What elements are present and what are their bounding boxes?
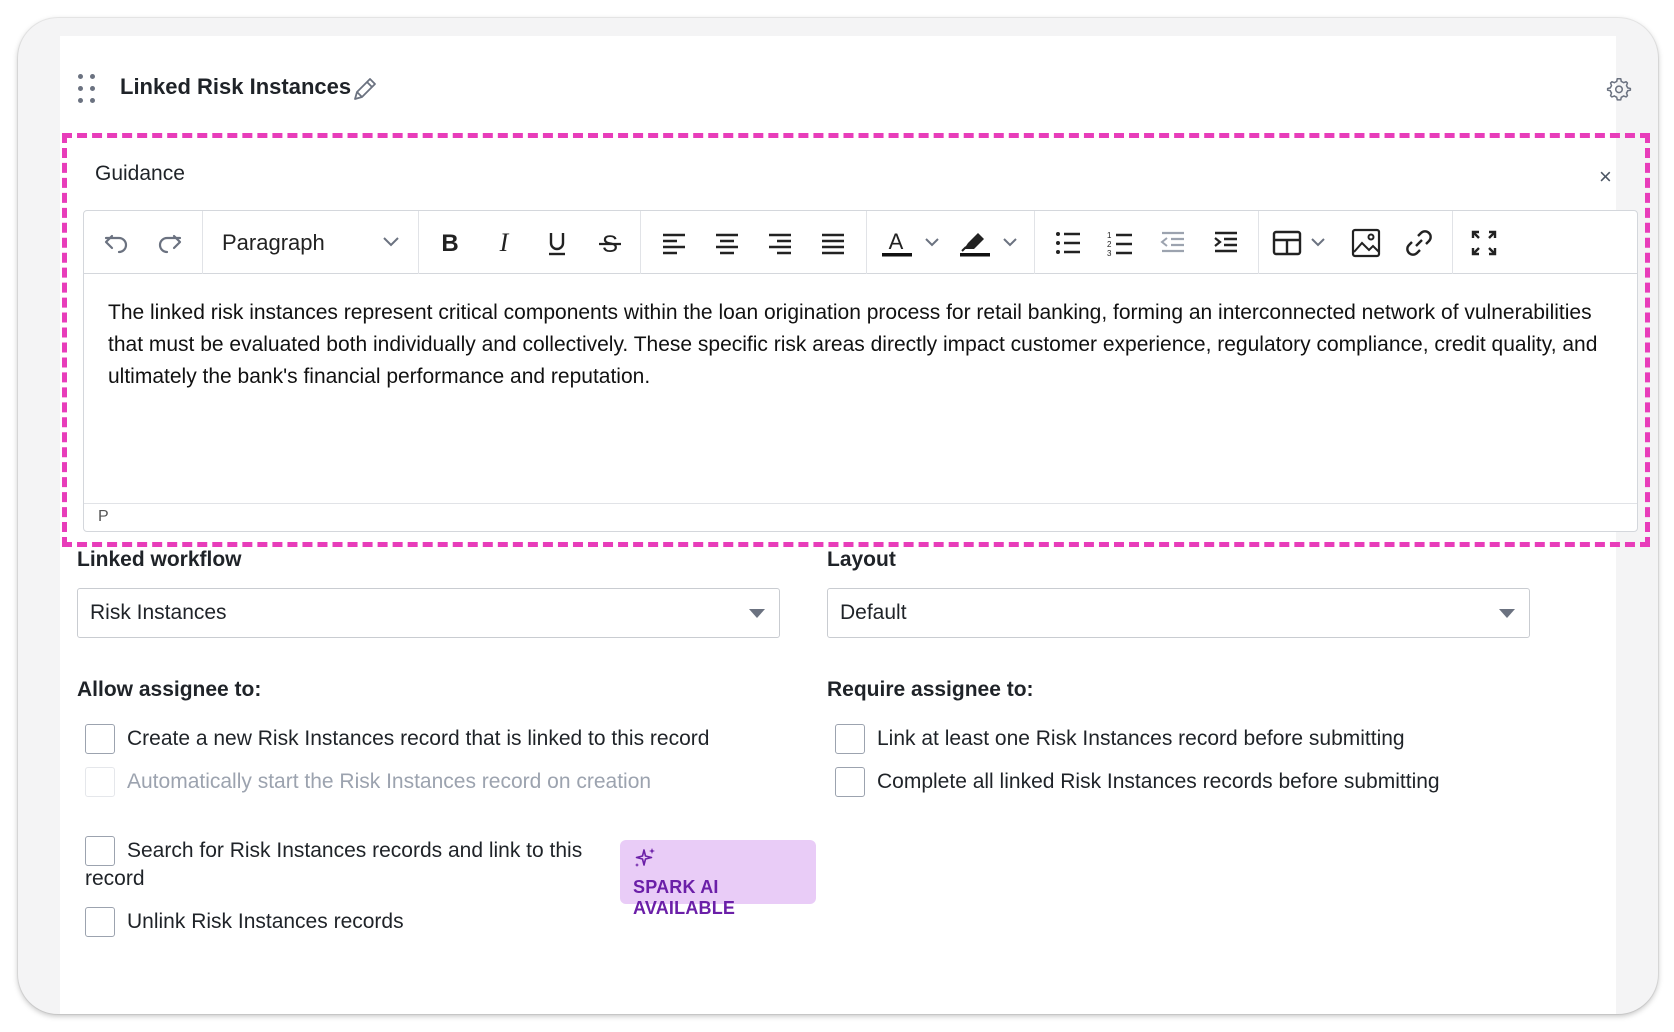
card: Linked Risk Instances Guidance × Paragra…: [18, 18, 1658, 1014]
bold-icon[interactable]: B: [432, 225, 468, 261]
checkbox-create-record[interactable]: [85, 724, 115, 754]
complete-all-linked-label: Complete all linked Risk Instances recor…: [877, 770, 1440, 793]
unlink-records-label: Unlink Risk Instances records: [127, 910, 404, 933]
underline-icon[interactable]: [539, 225, 575, 261]
caret-down-icon: [1499, 609, 1515, 618]
spark-ai-badge[interactable]: SPARK AI AVAILABLE: [620, 840, 816, 918]
table-icon[interactable]: [1272, 225, 1334, 261]
layout-value: Default: [840, 601, 907, 624]
element-path: P: [98, 508, 109, 525]
guidance-label: Guidance: [95, 162, 185, 185]
guidance-section: Guidance × Paragraph B I S A 1 2 3 The l…: [62, 133, 1650, 547]
search-link-records-label-cont: record: [85, 867, 145, 890]
svg-text:1: 1: [1107, 231, 1112, 240]
settings-gear-icon[interactable]: [1606, 76, 1632, 102]
edit-title-pencil-icon[interactable]: [350, 74, 380, 104]
spark-ai-label: SPARK AI AVAILABLE: [633, 877, 736, 918]
sparkle-icon: [635, 848, 655, 867]
align-right-icon[interactable]: [762, 225, 798, 261]
svg-text:2: 2: [1107, 240, 1112, 249]
editor-toolbar: Paragraph B I S A 1 2 3: [84, 211, 1637, 274]
close-guidance-icon[interactable]: ×: [1599, 164, 1612, 190]
outdent-icon[interactable]: [1155, 225, 1191, 261]
svg-text:A: A: [889, 229, 904, 254]
undo-icon[interactable]: [98, 225, 134, 261]
caret-down-icon: [749, 609, 765, 618]
checkbox-complete-all-linked[interactable]: [835, 767, 865, 797]
align-justify-icon[interactable]: [815, 225, 851, 261]
linked-workflow-select[interactable]: Risk Instances: [77, 588, 780, 638]
rich-text-editor: Paragraph B I S A 1 2 3 The linked risk …: [83, 210, 1638, 532]
link-at-least-one-label: Link at least one Risk Instances record …: [877, 727, 1405, 750]
require-assignee-label: Require assignee to:: [827, 678, 1034, 701]
allow-assignee-label: Allow assignee to:: [77, 678, 262, 701]
bullet-list-icon[interactable]: [1050, 225, 1086, 261]
align-center-icon[interactable]: [709, 225, 745, 261]
align-left-icon[interactable]: [656, 225, 692, 261]
text-color-icon[interactable]: A: [880, 225, 944, 261]
linked-risk-instances-panel: Linked Risk Instances Guidance × Paragra…: [60, 36, 1650, 1014]
checkbox-unlink-records[interactable]: [85, 907, 115, 937]
highlight-color-icon[interactable]: [958, 225, 1022, 261]
drag-handle-icon[interactable]: [78, 74, 98, 108]
checkbox-search-link-records[interactable]: [85, 836, 115, 866]
block-format-value: Paragraph: [222, 230, 325, 255]
layout-label: Layout: [827, 548, 896, 571]
auto-start-record-label: Automatically start the Risk Instances r…: [127, 770, 652, 793]
checkbox-auto-start-record[interactable]: [85, 767, 115, 797]
svg-text:I: I: [499, 229, 510, 257]
svg-text:B: B: [441, 230, 458, 257]
create-record-label: Create a new Risk Instances record that …: [127, 727, 710, 750]
numbered-list-icon[interactable]: 123: [1102, 225, 1138, 261]
indent-icon[interactable]: [1208, 225, 1244, 261]
insert-link-icon[interactable]: [1401, 225, 1437, 261]
fullscreen-icon[interactable]: [1466, 225, 1502, 261]
linked-workflow-label: Linked workflow: [77, 548, 242, 571]
layout-select[interactable]: Default: [827, 588, 1530, 638]
panel-title: Linked Risk Instances: [120, 74, 352, 99]
editor-statusbar: P: [84, 503, 1637, 531]
chevron-down-icon: [383, 237, 399, 247]
linked-workflow-value: Risk Instances: [90, 601, 227, 624]
svg-text:3: 3: [1107, 249, 1112, 257]
insert-image-icon[interactable]: [1348, 225, 1384, 261]
search-link-records-label: Search for Risk Instances records and li…: [127, 839, 583, 862]
panel-header: Linked Risk Instances: [60, 36, 1632, 108]
checkbox-link-at-least-one[interactable]: [835, 724, 865, 754]
editor-content[interactable]: The linked risk instances represent crit…: [108, 297, 1608, 393]
italic-icon[interactable]: I: [486, 225, 522, 261]
redo-icon[interactable]: [152, 225, 188, 261]
strikethrough-icon[interactable]: S: [592, 225, 628, 261]
block-format-dropdown[interactable]: Paragraph: [212, 225, 412, 261]
